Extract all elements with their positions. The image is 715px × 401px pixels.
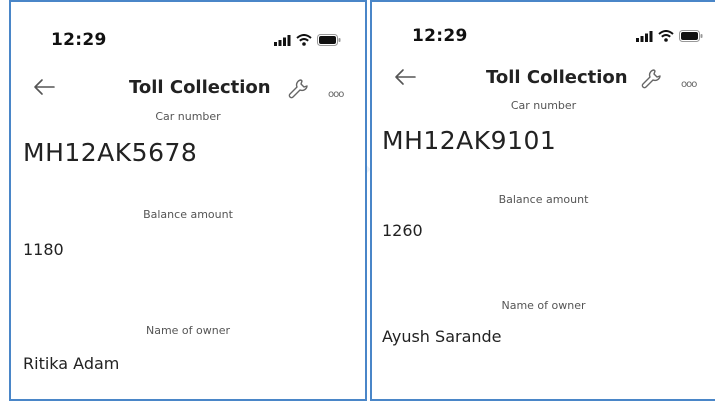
back-arrow-icon[interactable] [33,78,55,96]
phone-screen-left: 12:29 Toll Collection ooo Car number MH1… [9,0,367,401]
nav-bar: Toll Collection ooo [372,58,715,102]
battery-icon [679,30,703,42]
balance-amount-value: 1260 [382,221,423,240]
balance-amount-label: Balance amount [143,208,233,221]
car-number-label: Car number [155,110,221,123]
owner-name-label: Name of owner [501,299,586,312]
more-dots-icon[interactable]: ooo [681,79,697,90]
status-icons [636,30,703,42]
wifi-icon [296,34,312,46]
car-number-value: MH12AK5678 [23,138,198,167]
status-time: 12:29 [51,30,107,50]
battery-icon [317,34,341,46]
balance-amount-value: 1180 [23,240,64,259]
back-arrow-icon[interactable] [394,68,416,86]
owner-name-value: Ritika Adam [23,354,120,373]
signal-icon [274,34,291,46]
page-title: Toll Collection [486,67,628,88]
car-number-label: Car number [510,99,577,112]
phone-screen-right: 12:29 Toll Collection ooo Car number MH1… [370,0,715,401]
car-number-value: MH12AK9101 [382,126,557,155]
status-bar: 12:29 [11,2,365,74]
more-dots-icon[interactable]: ooo [328,89,344,100]
status-time: 12:29 [412,26,468,46]
status-icons [274,34,341,46]
nav-bar: Toll Collection ooo [11,68,365,112]
signal-icon [636,30,653,42]
balance-amount-label: Balance amount [498,193,589,206]
wrench-icon[interactable] [287,78,309,100]
wrench-icon[interactable] [640,68,662,90]
wifi-icon [658,30,674,42]
page-title: Toll Collection [129,77,271,98]
owner-name-label: Name of owner [145,324,231,337]
owner-name-value: Ayush Sarande [382,327,502,346]
